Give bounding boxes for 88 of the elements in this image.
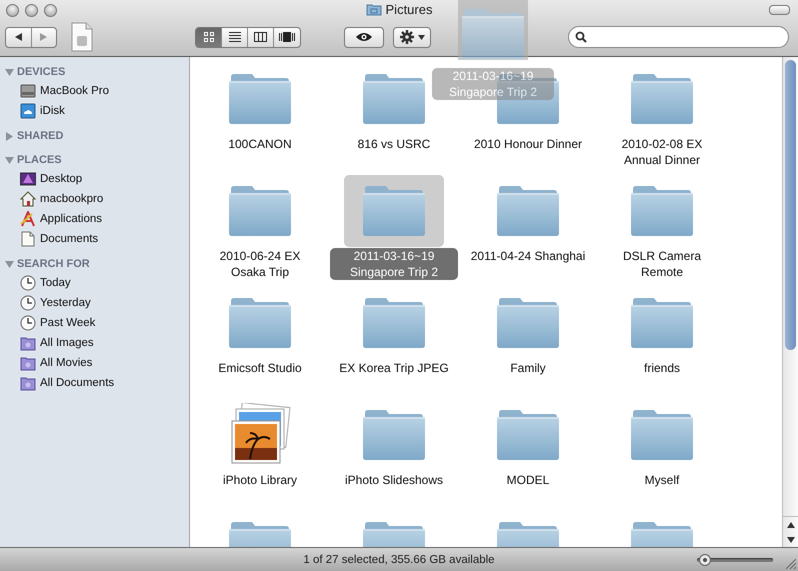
folder-icon [630,185,694,237]
folder-icon [630,409,694,461]
down-arrow-icon[interactable] [786,536,794,542]
clock-icon [20,275,36,291]
dragged-file-name: 2011-03-16~19 Singapore Trip 2 [432,68,554,100]
file-name[interactable]: iPhoto Library [216,472,304,488]
folder-icon [228,73,292,125]
folder-icon [228,185,292,237]
folder-icon [362,185,426,237]
search-icon [575,31,587,43]
sidebar-item[interactable]: macbookpro [0,189,189,209]
sidebar-item[interactable]: All Images [0,333,189,353]
quick-look-button[interactable] [344,26,384,48]
zoom-button[interactable] [44,4,57,17]
file-name[interactable]: 2011-04-24 Shanghai [464,248,592,264]
caret-icon [418,34,424,40]
status-text: 1 of 27 selected, 355.66 GB available [302,554,496,566]
sidebar-item[interactable]: Past Week [0,313,189,333]
file-name[interactable]: EX Korea Trip JPEG [333,360,455,376]
slider-thumb[interactable] [698,554,711,566]
folder-icon [461,8,525,60]
desktop-icon [20,171,36,187]
toolbar-toggle-button[interactable] [769,5,790,15]
file-name[interactable]: MODEL [500,472,556,488]
columns-icon [254,32,267,42]
section-header[interactable]: DEVICES [0,63,189,81]
folder-icon [362,73,426,125]
section-header[interactable]: SHARED [0,127,189,145]
file-name[interactable]: 2010-02-08 EX Annual Dinner [598,136,726,168]
file-name[interactable]: Family [504,360,552,376]
gear-icon [400,30,414,44]
folder-icon [228,297,292,349]
view-mode-control[interactable] [195,26,301,48]
scrollbar[interactable] [782,57,798,547]
file-name[interactable]: 100CANON [222,136,298,152]
file-name[interactable]: friends [638,360,686,376]
clock-icon [20,315,36,331]
section-header[interactable]: SEARCH FOR [0,255,189,273]
sidebar-item[interactable]: Yesterday [0,293,189,313]
sidebar-item[interactable]: Today [0,273,189,293]
folder-icon [362,297,426,349]
pencil-ruler-icon [20,211,36,227]
left-triangle-icon [14,32,23,42]
folder-icon [366,3,382,16]
document-icon[interactable] [71,22,93,52]
icon-grid-icon [202,32,214,42]
close-button[interactable] [6,4,19,17]
sidebar-item[interactable]: Documents [0,229,189,249]
gear-folder-icon [20,335,36,351]
sidebar-item[interactable]: Desktop [0,169,189,189]
sidebar-item[interactable]: iDisk [0,101,189,121]
document-icon [20,231,36,247]
resize-grip-icon[interactable] [786,559,796,569]
up-arrow-icon[interactable] [786,522,794,528]
file-name[interactable]: iPhoto Slideshows [338,472,450,488]
sidebar-item[interactable]: MacBook Pro [0,81,189,101]
file-name[interactable]: 2011-03-16~19 Singapore Trip 2 [330,248,458,280]
action-menu-button[interactable] [393,26,431,48]
file-name[interactable]: Myself [638,472,686,488]
list-icon [228,32,240,42]
gear-folder-icon [20,375,36,391]
sidebar-item[interactable]: Applications [0,209,189,229]
file-name[interactable]: DSLR Camera Remote [598,248,726,280]
folder-icon [496,409,560,461]
right-triangle-icon [39,32,48,42]
file-name[interactable]: 816 vs USRC [352,136,436,152]
file-name[interactable]: Emicsoft Studio [212,360,308,376]
folder-icon [496,185,560,237]
window-title: Pictures [386,2,432,17]
hard-drive-icon [20,83,36,99]
gear-folder-icon [20,355,36,371]
file-name[interactable]: 2010-06-24 EX Osaka Trip [196,248,324,280]
folder-icon [362,409,426,461]
scroll-thumb[interactable] [785,60,796,350]
search-field[interactable] [568,26,789,48]
file-name[interactable]: 2010 Honour Dinner [468,136,588,152]
section-header[interactable]: PLACES [0,151,189,169]
eye-icon [355,32,373,42]
cover-flow-icon [279,32,295,42]
folder-icon [496,297,560,349]
minimize-button[interactable] [25,4,38,17]
sidebar-item[interactable]: All Movies [0,353,189,373]
house-icon [20,191,36,207]
clock-icon [20,295,36,311]
folder-icon [630,73,694,125]
folder-icon [630,297,694,349]
sidebar-item[interactable]: All Documents [0,373,189,393]
navigation-control[interactable] [5,26,57,48]
